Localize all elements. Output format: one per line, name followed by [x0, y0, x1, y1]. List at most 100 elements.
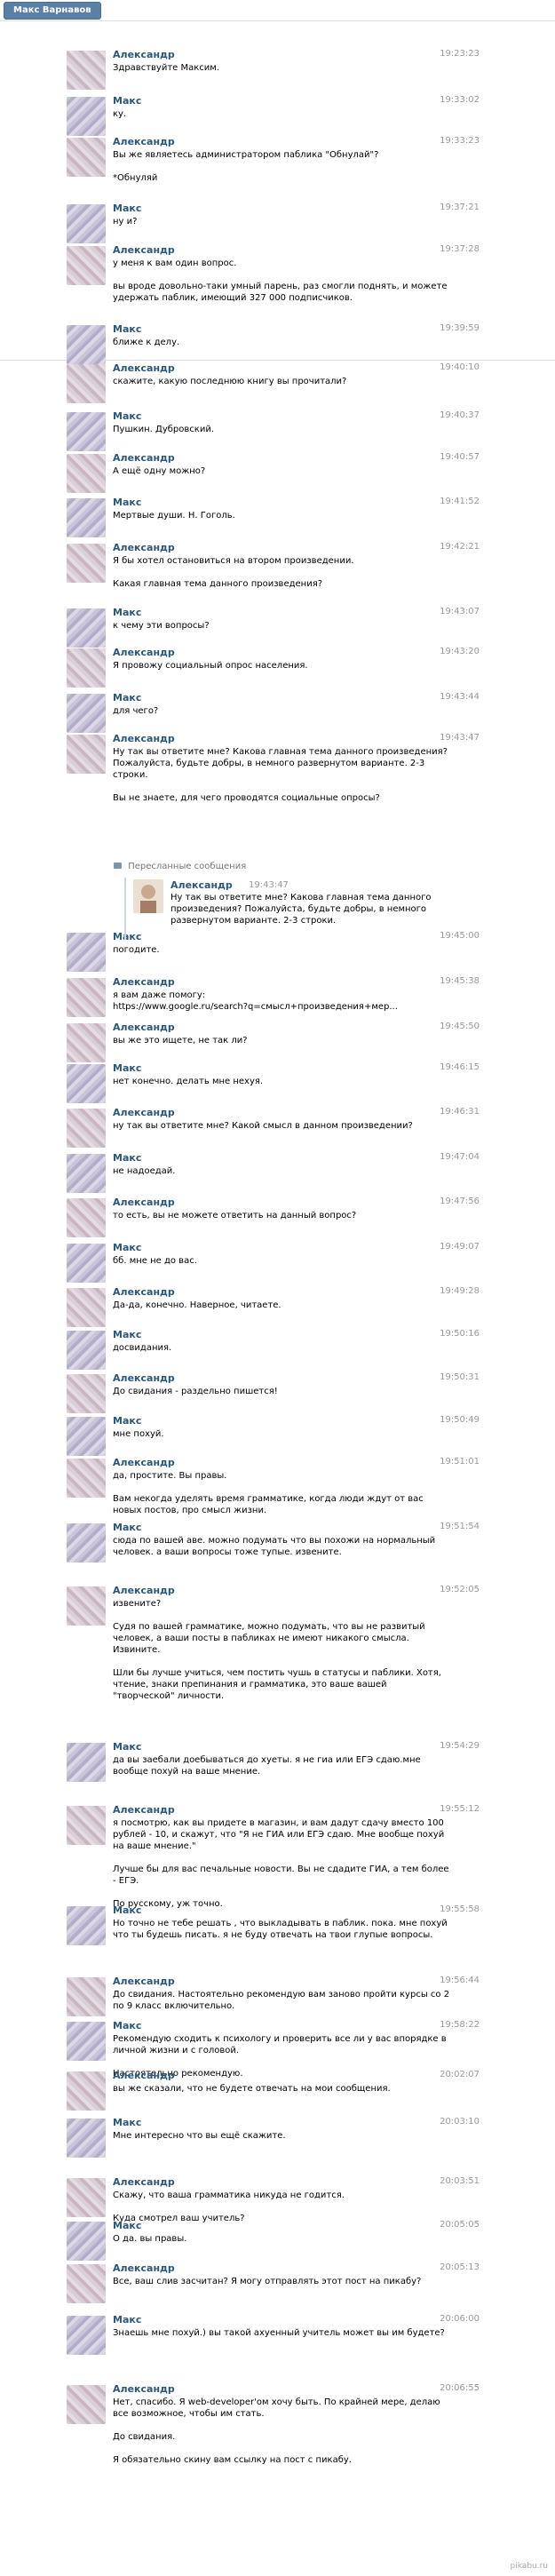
avatar[interactable]: [67, 1288, 106, 1327]
avatar[interactable]: [67, 498, 106, 537]
avatar[interactable]: [67, 1906, 106, 1945]
message-author[interactable]: Александр: [113, 1804, 175, 1816]
message-text: Все, ваш слив засчитан? Я могу отправлят…: [113, 2277, 422, 2286]
message-author[interactable]: Макс: [113, 410, 141, 422]
message-author[interactable]: Александр: [113, 647, 175, 658]
message-author[interactable]: Макс: [113, 2020, 141, 2031]
message-author[interactable]: Александр: [113, 1585, 175, 1596]
message-author[interactable]: Макс: [113, 1152, 141, 1164]
message-author[interactable]: Александр: [113, 2383, 175, 2395]
avatar[interactable]: [67, 454, 106, 493]
avatar[interactable]: [67, 364, 106, 403]
avatar[interactable]: [67, 1331, 106, 1370]
message-author[interactable]: Макс: [113, 2117, 141, 2128]
message-author[interactable]: Александр: [113, 244, 175, 256]
avatar[interactable]: [67, 412, 106, 451]
message-author[interactable]: Макс: [113, 323, 141, 335]
avatar[interactable]: [67, 608, 106, 648]
avatar[interactable]: [67, 97, 106, 136]
forward-icon: [114, 863, 122, 869]
message-author[interactable]: Макс: [113, 1522, 141, 1533]
message-author[interactable]: Макс: [113, 1062, 141, 1074]
message-author[interactable]: Александр: [113, 1457, 175, 1468]
avatar[interactable]: [67, 1064, 106, 1103]
message-author[interactable]: Макс: [113, 1904, 141, 1916]
avatar[interactable]: [67, 51, 106, 90]
message-author[interactable]: Александр: [113, 542, 175, 553]
avatar[interactable]: [67, 1806, 106, 1845]
message-author[interactable]: Александр: [113, 452, 175, 464]
avatar[interactable]: [67, 1586, 106, 1626]
avatar[interactable]: [67, 204, 106, 243]
message-author[interactable]: Александр: [113, 1197, 175, 1208]
avatar[interactable]: [67, 1977, 106, 2016]
message-author[interactable]: Макс: [113, 95, 141, 107]
avatar[interactable]: [67, 1154, 106, 1193]
avatar[interactable]: [67, 2316, 106, 2355]
message-author[interactable]: Макс: [113, 607, 141, 618]
message-author[interactable]: Макс: [113, 692, 141, 704]
message-author[interactable]: Александр: [113, 2262, 175, 2274]
avatar[interactable]: [67, 1743, 106, 1782]
avatar[interactable]: [67, 648, 106, 688]
chat-tab[interactable]: Макс Варнавов: [4, 2, 101, 20]
avatar[interactable]: [67, 933, 106, 972]
message-author[interactable]: Александр: [113, 1022, 175, 1033]
message-author[interactable]: Александр: [113, 1976, 175, 1987]
avatar[interactable]: [67, 735, 106, 774]
message-time: 19:45:38: [440, 976, 480, 986]
avatar[interactable]: [67, 1198, 106, 1237]
forwarded-author[interactable]: Александр: [170, 879, 233, 891]
avatar[interactable]: [67, 1459, 106, 1498]
avatar[interactable]: [67, 2222, 106, 2261]
message-author[interactable]: Макс: [113, 1329, 141, 1340]
message-author[interactable]: Александр: [113, 1107, 175, 1118]
message-text: Мертвые души. Н. Гоголь.: [113, 511, 235, 521]
message-author[interactable]: Александр: [113, 136, 175, 147]
message-author[interactable]: Александр: [113, 362, 175, 374]
message-time: 19:43:20: [440, 647, 480, 656]
message-author[interactable]: Александр: [113, 1286, 175, 1298]
watermark: pikabu.ru: [510, 2562, 548, 2571]
avatar[interactable]: [67, 1523, 106, 1562]
message-text: то есть, вы не можете ответить на данный…: [113, 1211, 357, 1220]
message-author[interactable]: Макс: [113, 203, 141, 214]
message-author[interactable]: Александр: [113, 1372, 175, 1384]
avatar[interactable]: [67, 978, 106, 1017]
message-author[interactable]: Макс: [113, 2314, 141, 2326]
message-time: 19:47:56: [440, 1197, 480, 1206]
avatar[interactable]: [67, 2264, 106, 2303]
avatar[interactable]: [133, 879, 163, 913]
message-author[interactable]: Александр: [113, 49, 175, 60]
avatar[interactable]: [67, 1023, 106, 1062]
avatar[interactable]: [67, 1417, 106, 1456]
avatar[interactable]: [67, 2119, 106, 2158]
message-time: 19:55:58: [440, 1904, 480, 1914]
avatar[interactable]: [67, 2385, 106, 2424]
avatar[interactable]: [67, 246, 106, 285]
avatar[interactable]: [67, 1109, 106, 1148]
message-time: 19:33:02: [440, 95, 480, 105]
message-time: 20:05:13: [440, 2262, 480, 2272]
message-author[interactable]: Макс: [113, 497, 141, 508]
message-author[interactable]: Макс: [113, 2220, 141, 2231]
avatar[interactable]: [67, 138, 106, 177]
avatar[interactable]: [67, 1374, 106, 1413]
forwarded-time: 19:43:47: [249, 880, 289, 890]
avatar[interactable]: [67, 1244, 106, 1283]
avatar[interactable]: [67, 694, 106, 733]
avatar[interactable]: [67, 544, 106, 583]
avatar[interactable]: [67, 2022, 106, 2061]
message-author[interactable]: Макс: [113, 1741, 141, 1753]
message-author[interactable]: Александр: [113, 733, 175, 744]
message-author[interactable]: Александр: [113, 2176, 175, 2188]
message-text: А ещё одну можно?: [113, 466, 206, 476]
message-author[interactable]: Макс: [113, 1242, 141, 1253]
header-divider: [0, 20, 555, 21]
avatar[interactable]: [67, 2178, 106, 2217]
avatar[interactable]: [67, 2071, 106, 2111]
message-author[interactable]: Александр: [113, 976, 175, 988]
message-author[interactable]: Макс: [113, 1415, 141, 1427]
avatar[interactable]: [67, 325, 106, 364]
message-author[interactable]: Александр: [113, 2070, 175, 2081]
